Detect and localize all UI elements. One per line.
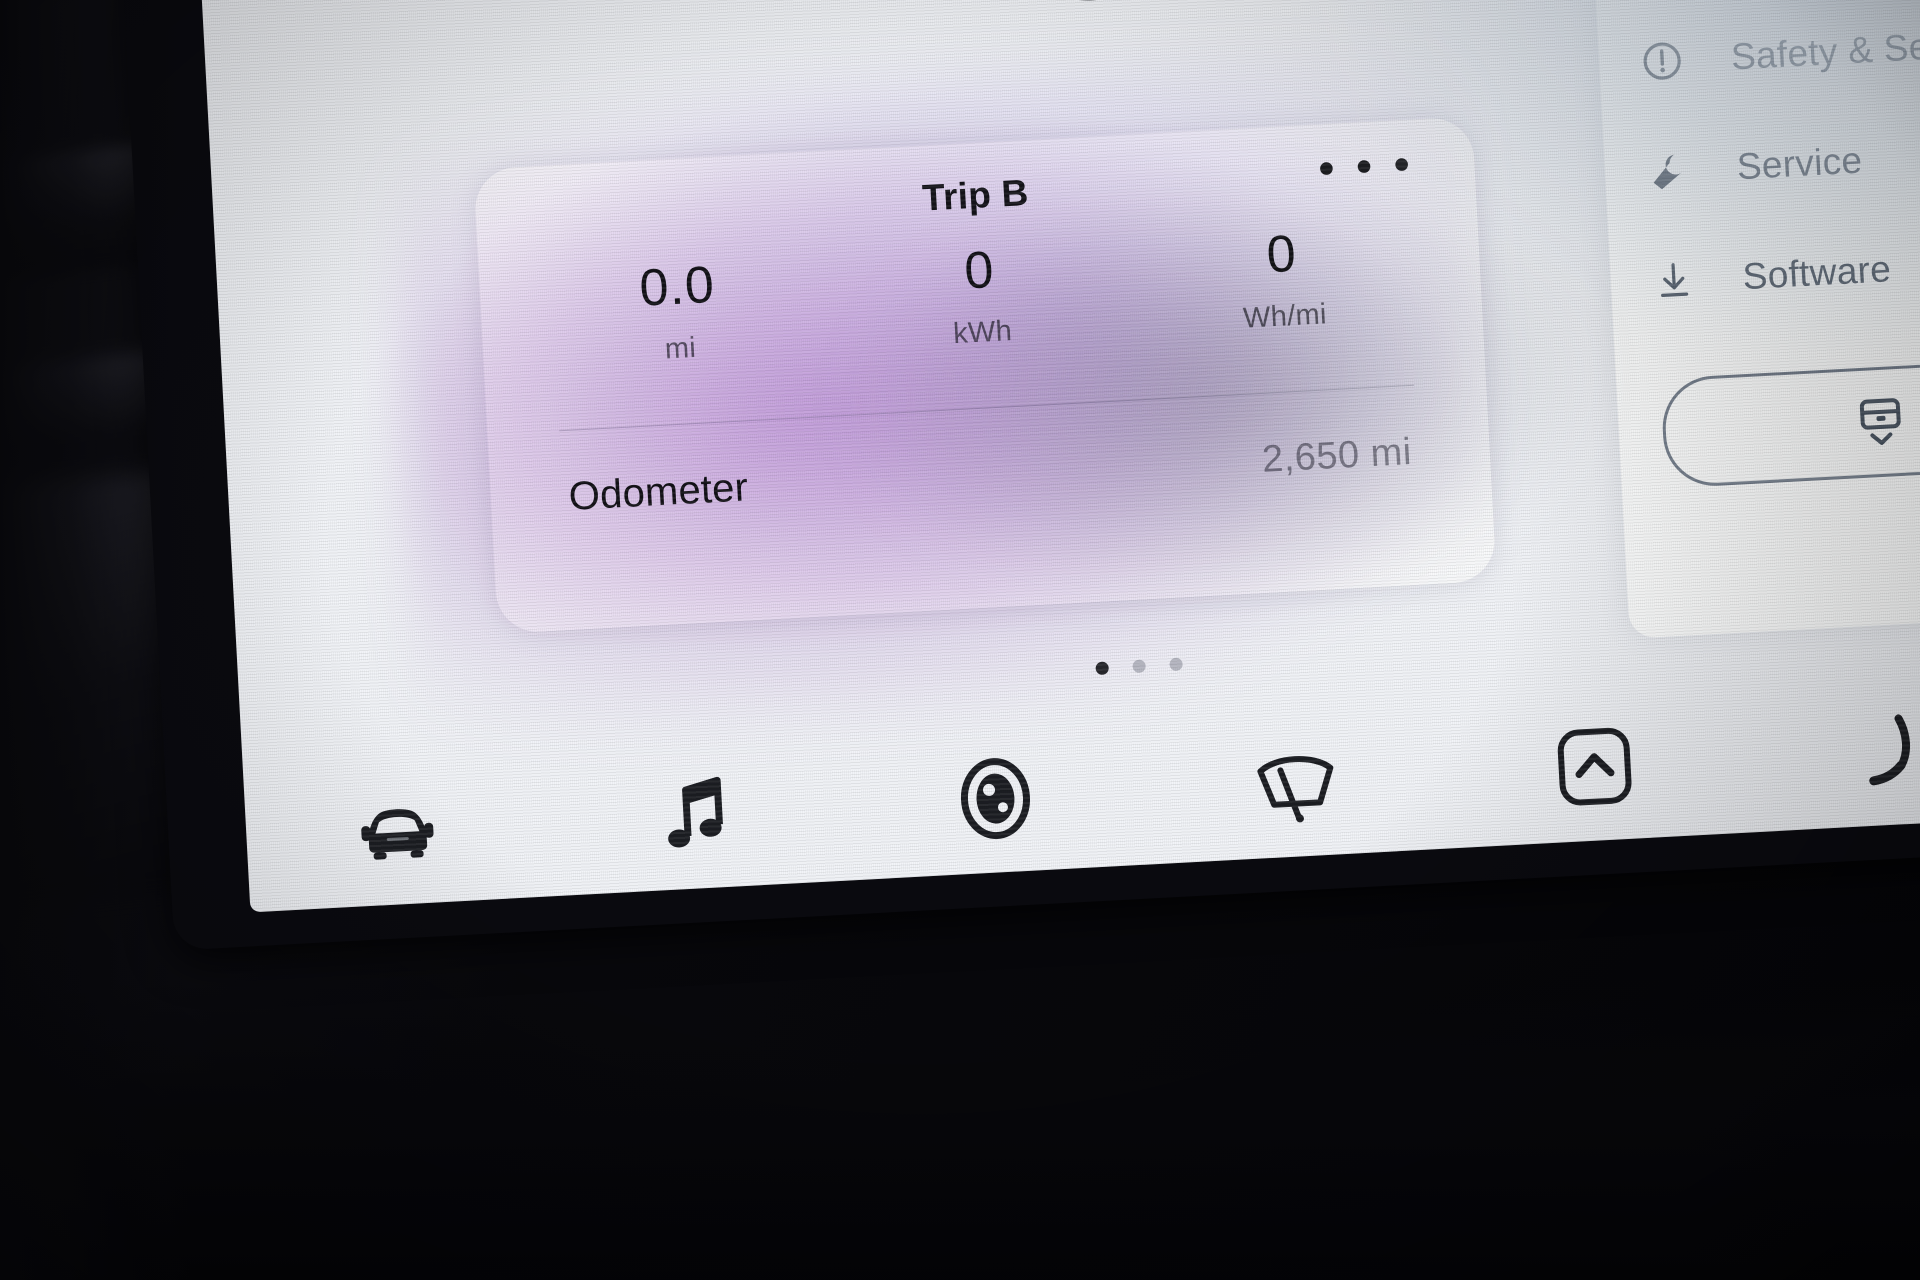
touchscreen-display[interactable]: Trip B • • • 0.0 mi 0 kWh 0 Wh/mi Odomet… [196,0,1920,913]
photo-background: Trip B • • • 0.0 mi 0 kWh 0 Wh/mi Odomet… [0,0,1920,1280]
trip-distance: 0.0 mi [524,247,832,374]
odometer-label: Odometer [567,465,750,519]
odometer-row: Odometer 2,650 mi [487,382,1490,524]
taskbar-item-media[interactable] [542,733,849,897]
trip-card[interactable]: Trip B • • • 0.0 mi 0 kWh 0 Wh/mi Odomet… [473,116,1497,634]
music-note-icon [668,776,723,848]
sidebar-item-safety-security[interactable]: Safety & Security [1596,0,1920,119]
screen-bezel: Trip B • • • 0.0 mi 0 kWh 0 Wh/mi Odomet… [118,0,1920,951]
taskbar-item-wipers[interactable] [1141,701,1448,865]
seat-icon [1869,714,1910,786]
trip-distance-unit: mi [664,331,697,366]
taskbar-item-rear-defrost[interactable] [1441,685,1748,849]
sidebar-item-safety-security-label: Safety & Security [1729,21,1920,78]
glovebox-button[interactable] [1660,355,1920,489]
wrench-icon [1644,148,1692,194]
trip-energy-unit: kWh [952,315,1013,351]
trip-efficiency-unit: Wh/mi [1242,298,1328,335]
taskbar-item-car-controls[interactable] [243,749,550,913]
trip-efficiency: 0 Wh/mi [1129,215,1437,342]
taskbar-item-seat[interactable] [1740,669,1920,833]
page-dot-2[interactable] [1131,659,1146,674]
dashcam-icon [960,758,1030,840]
lower-bezel-shadow [0,980,1920,1280]
exclamation-circle-icon [1638,38,1686,84]
page-dot-1[interactable] [1094,661,1109,676]
sidebar-item-service-label: Service [1735,139,1864,188]
car-icon [361,809,434,860]
defrost-up-icon [1557,727,1632,806]
glovebox-icon [1859,398,1901,445]
settings-panel[interactable]: Autopilot Navigation [1576,0,1920,639]
taskbar-item-dashcam[interactable] [842,717,1149,881]
download-icon [1650,258,1698,304]
wiper-icon [1257,756,1334,823]
trip-more-options-button[interactable]: • • • [1317,139,1415,193]
page-dot-3[interactable] [1168,657,1183,672]
odometer-value: 2,650 mi [1260,430,1413,481]
sidebar-item-software-label: Software [1741,248,1893,298]
touchscreen-unit: Trip B • • • 0.0 mi 0 kWh 0 Wh/mi Odomet… [118,0,1920,951]
trip-energy: 0 kWh [827,231,1135,358]
